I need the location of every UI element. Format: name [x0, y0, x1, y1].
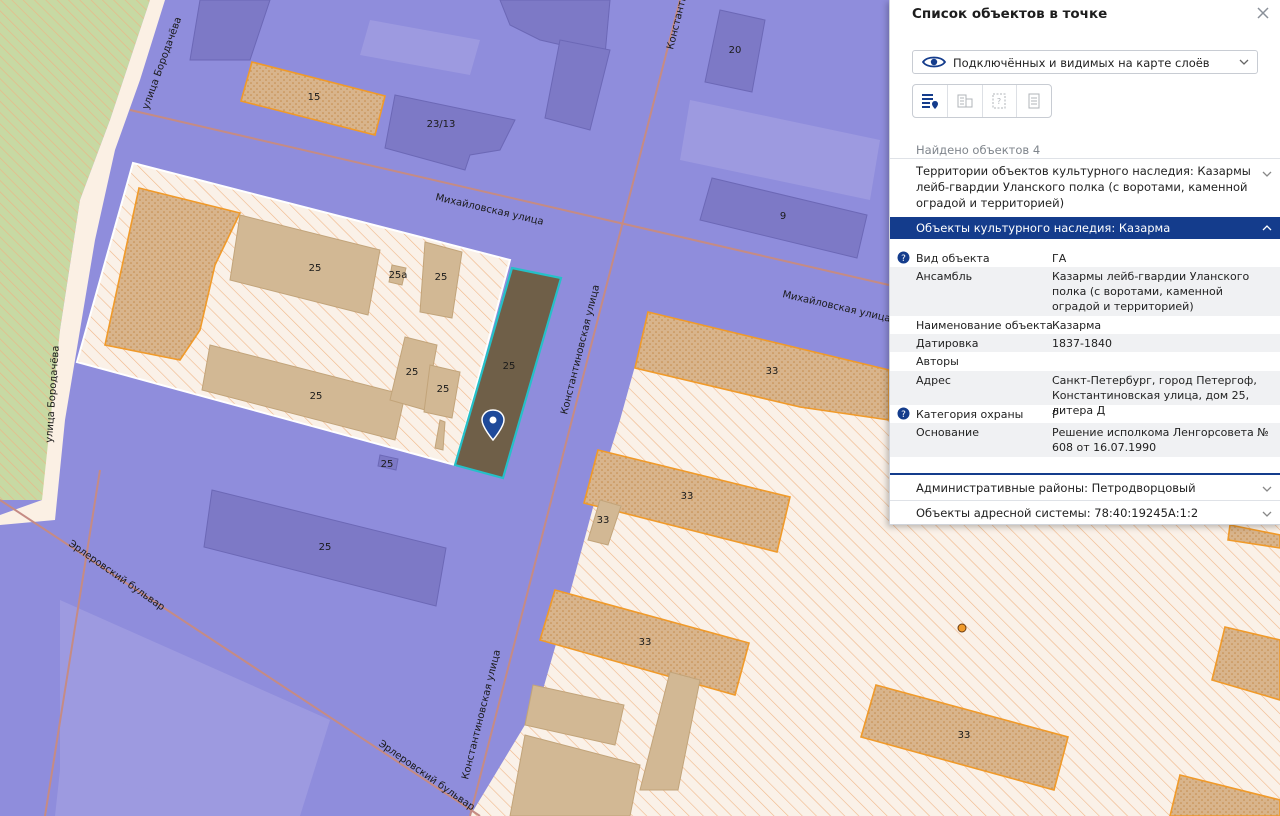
attr-row: Ансамбль Казармы лейб-гвардии Уланского …: [890, 267, 1280, 316]
attr-value: Казармы лейб-гвардии Уланского полка (с …: [1052, 270, 1250, 313]
building-number: 25: [310, 391, 323, 402]
help-icon[interactable]: ?: [897, 251, 910, 264]
building-number: 15: [308, 92, 321, 103]
document-view-button[interactable]: [1017, 85, 1051, 117]
chevron-down-icon: [1262, 171, 1272, 177]
building-number: 9: [780, 211, 786, 222]
layer-filter-select[interactable]: Подключённых и видимых на карте слоёв: [912, 50, 1258, 74]
view-toolbar: ?: [912, 84, 1052, 118]
building-number: 25: [503, 361, 516, 372]
section-label: Объекты адресной системы: 78:40:19245А:1…: [916, 506, 1199, 520]
building-number: 23/13: [427, 119, 456, 130]
layers-eye-icon: [922, 56, 946, 68]
section-heritage-object[interactable]: Объекты культурного наследия: Казарма: [890, 217, 1280, 239]
section-label: Территории объектов культурного наследия…: [916, 164, 1251, 210]
chevron-down-icon: [1262, 486, 1272, 492]
table-view-button[interactable]: [948, 85, 983, 117]
found-count: Найдено объектов 4: [916, 143, 1041, 157]
building-number: 20: [729, 45, 742, 56]
section-label: Объекты культурного наследия: Казарма: [916, 221, 1171, 235]
attr-value: ГА: [1052, 252, 1067, 265]
attr-key: Датировка: [916, 337, 979, 350]
building-number: 33: [681, 491, 694, 502]
chevron-down-icon: [1239, 59, 1249, 65]
question-doc-icon: ?: [992, 93, 1006, 109]
divider: [890, 500, 1280, 501]
attr-row: Авторы: [890, 352, 1280, 371]
objects-at-point-panel: Список объектов в точке Подключённых и в…: [889, 0, 1280, 525]
chevron-down-icon: [1262, 511, 1272, 517]
chevron-up-icon: [1262, 225, 1272, 231]
building-number: 33: [597, 515, 610, 526]
document-icon: [1028, 93, 1040, 109]
section-divider: [890, 473, 1280, 475]
svg-text:?: ?: [901, 410, 906, 420]
building-number: 25: [319, 542, 332, 553]
building-number: 33: [958, 730, 971, 741]
attr-value: 1837-1840: [1052, 337, 1112, 350]
building-number: 25а: [389, 270, 408, 281]
attr-row: Наименование объекта Казарма: [890, 316, 1280, 334]
building-number: 33: [766, 366, 779, 377]
help-icon[interactable]: ?: [897, 407, 910, 420]
attr-value: Р: [1052, 408, 1059, 421]
close-icon[interactable]: [1255, 5, 1271, 21]
table-icon: [957, 94, 973, 108]
attr-key: Основание: [916, 426, 979, 439]
section-admin-districts[interactable]: Административные районы: Петродворцовый: [890, 478, 1280, 500]
section-heritage-territories[interactable]: Территории объектов культурного наследия…: [890, 163, 1280, 211]
building-number: 25: [435, 272, 448, 283]
attr-value: Решение исполкома Ленгорсовета № 608 от …: [1052, 426, 1269, 454]
panel-title: Список объектов в точке: [912, 6, 1108, 22]
building-number: 33: [639, 637, 652, 648]
building-number: 25: [381, 459, 394, 470]
attr-row: Основание Решение исполкома Ленгорсовета…: [890, 423, 1280, 457]
building-number: 25: [309, 263, 322, 274]
section-label: Административные районы: Петродворцовый: [916, 481, 1196, 495]
info-view-button[interactable]: ?: [983, 85, 1018, 117]
divider: [890, 158, 1280, 159]
building-number: 25: [406, 367, 419, 378]
list-view-button[interactable]: [913, 85, 948, 117]
attr-key: Наименование объекта: [916, 319, 1053, 332]
svg-text:?: ?: [901, 254, 906, 264]
attr-row: Адрес Санкт-Петербург, город Петергоф, К…: [890, 371, 1280, 417]
attr-row: ? Вид объекта ГА: [890, 249, 1280, 267]
attr-value: Казарма: [1052, 319, 1102, 332]
attr-key: Авторы: [916, 355, 959, 368]
layer-filter-value: Подключённых и видимых на карте слоёв: [953, 56, 1210, 70]
list-pin-icon: [921, 94, 938, 109]
attr-key: Адрес: [916, 374, 951, 387]
attr-key: Ансамбль: [916, 270, 973, 283]
svg-text:?: ?: [997, 97, 1001, 106]
attr-key: Категория охраны: [916, 408, 1024, 421]
attr-row: ? Категория охраны Р: [890, 405, 1280, 423]
section-address-objects[interactable]: Объекты адресной системы: 78:40:19245А:1…: [890, 503, 1280, 523]
attr-key: Вид объекта: [916, 252, 990, 265]
heritage-point-marker[interactable]: [957, 623, 967, 633]
attr-row: Датировка 1837-1840: [890, 334, 1280, 352]
building-number: 25: [437, 384, 450, 395]
